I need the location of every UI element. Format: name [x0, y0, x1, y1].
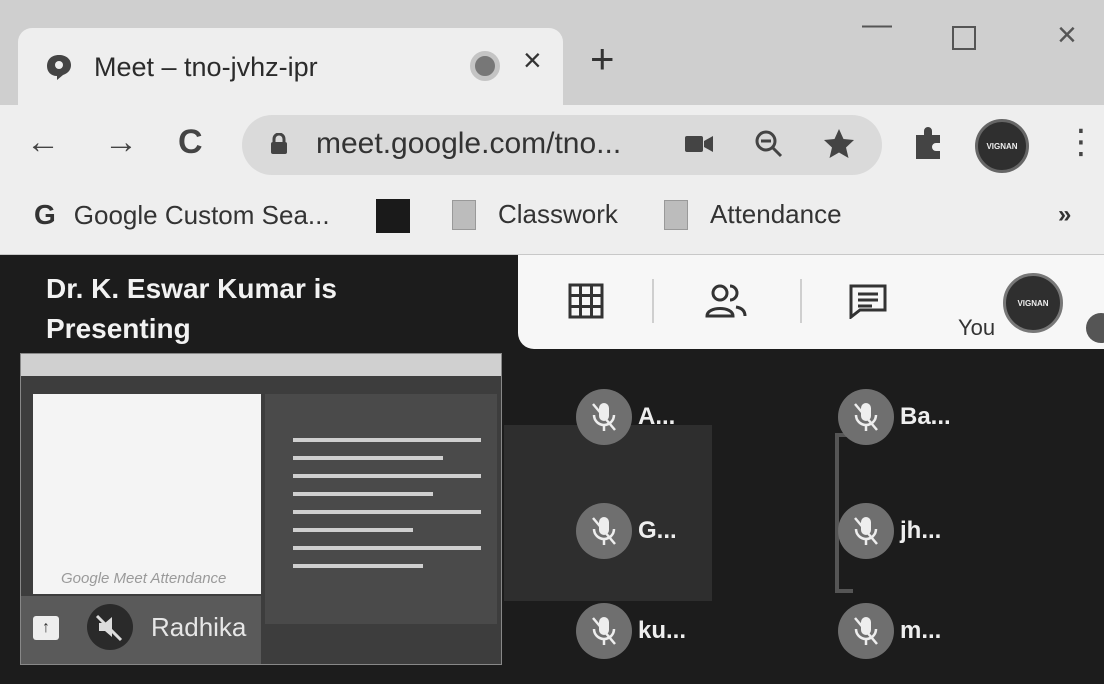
self-view-label: You: [958, 315, 996, 340]
bookmark-thumbnail-icon: [376, 199, 410, 233]
participant-name: Ba...: [900, 403, 951, 430]
presenter-banner: Dr. K. Eswar Kumar is Presenting: [46, 273, 338, 344]
mic-off-icon: [838, 389, 894, 445]
window-close-button[interactable]: ×: [1057, 16, 1077, 55]
browser-toolbar: ← → C meet.google.com/tno... VIGNAN ⋮: [0, 105, 1104, 185]
browser-tab-meet[interactable]: Meet – tno-jvhz-ipr ×: [18, 28, 563, 106]
mic-off-icon: [838, 503, 894, 559]
lock-icon: [271, 133, 287, 154]
camera-icon[interactable]: [684, 133, 714, 155]
participant-tile[interactable]: m...: [838, 603, 941, 659]
shared-screen-document: [33, 394, 261, 594]
title-bar: Meet – tno-jvhz-ipr × + — ×: [0, 0, 1104, 106]
participant-name: ku...: [638, 617, 687, 644]
recording-indicator-icon: [470, 51, 500, 81]
participant-tile[interactable]: G...: [576, 503, 677, 559]
participant-tile[interactable]: ku...: [576, 603, 686, 659]
participant-name: G...: [638, 517, 677, 544]
url-text[interactable]: meet.google.com/tno...: [316, 127, 621, 161]
bookmark-google-custom-search[interactable]: G Google Custom Sea...: [34, 199, 330, 231]
address-bar[interactable]: meet.google.com/tno...: [242, 115, 882, 175]
meet-call-area: Dr. K. Eswar Kumar is Presenting You VIG…: [0, 255, 1104, 684]
bookmark-star-icon[interactable]: [822, 127, 856, 161]
shared-screen-browser-bar: [21, 354, 501, 376]
tab-title: Meet – tno-jvhz-ipr: [94, 51, 318, 82]
bookmark-classwork[interactable]: Classwork: [452, 199, 618, 230]
mic-off-icon: [838, 603, 894, 659]
meet-favicon-icon: [47, 55, 71, 80]
self-mic-off-icon: [1086, 313, 1104, 343]
meet-top-controls: You VIGNAN: [518, 255, 1104, 349]
google-g-icon: G: [34, 199, 56, 230]
reload-button[interactable]: C: [178, 125, 203, 159]
bookmark-label: Attendance: [710, 199, 842, 229]
bookmark-thumbnail[interactable]: [376, 199, 410, 233]
participant-name: jh...: [900, 517, 942, 544]
document-icon: [664, 199, 688, 230]
grid-layout-icon[interactable]: [568, 283, 604, 319]
zoom-out-icon[interactable]: [754, 129, 784, 159]
bookmark-label: Classwork: [498, 199, 618, 229]
tab-close-button[interactable]: ×: [523, 42, 542, 79]
bookmark-label: Google Custom Sea...: [73, 199, 330, 230]
divider: [652, 279, 654, 323]
presenter-name: Radhika: [151, 612, 247, 642]
participant-tile[interactable]: Ba...: [838, 389, 951, 445]
mic-off-icon: [576, 603, 632, 659]
mic-off-icon: [576, 503, 632, 559]
chat-icon[interactable]: [848, 283, 888, 319]
speaker-muted-icon: [87, 604, 133, 650]
bookmarks-bar: G Google Custom Sea... Classwork Attenda…: [0, 185, 1104, 255]
bookmark-attendance[interactable]: Attendance: [664, 199, 842, 230]
shared-screen-tile[interactable]: Google Meet Attendance ↑ Radhika: [20, 353, 502, 665]
extensions-puzzle-icon[interactable]: [910, 125, 946, 161]
participants-icon[interactable]: [704, 283, 748, 319]
back-button[interactable]: ←: [26, 125, 60, 159]
bookmarks-overflow-button[interactable]: »: [1058, 201, 1071, 229]
window-minimize-button[interactable]: —: [862, 8, 892, 42]
forward-button[interactable]: →: [104, 125, 138, 159]
window-maximize-button[interactable]: [952, 26, 976, 50]
participant-name: m...: [900, 617, 942, 644]
shared-screen-slide: [265, 394, 497, 624]
participant-name: A...: [638, 403, 676, 430]
mic-off-icon: [576, 389, 632, 445]
profile-avatar[interactable]: VIGNAN: [975, 119, 1029, 173]
browser-menu-button[interactable]: ⋮: [1064, 125, 1098, 159]
new-tab-button[interactable]: +: [590, 38, 615, 80]
self-avatar[interactable]: VIGNAN: [1003, 273, 1063, 333]
shared-screen-watermark: Google Meet Attendance: [61, 570, 227, 587]
participant-tile[interactable]: jh...: [838, 503, 941, 559]
divider: [800, 279, 802, 323]
participant-tile[interactable]: A...: [576, 389, 675, 445]
pin-icon[interactable]: ↑: [33, 616, 59, 640]
document-icon: [452, 199, 476, 230]
